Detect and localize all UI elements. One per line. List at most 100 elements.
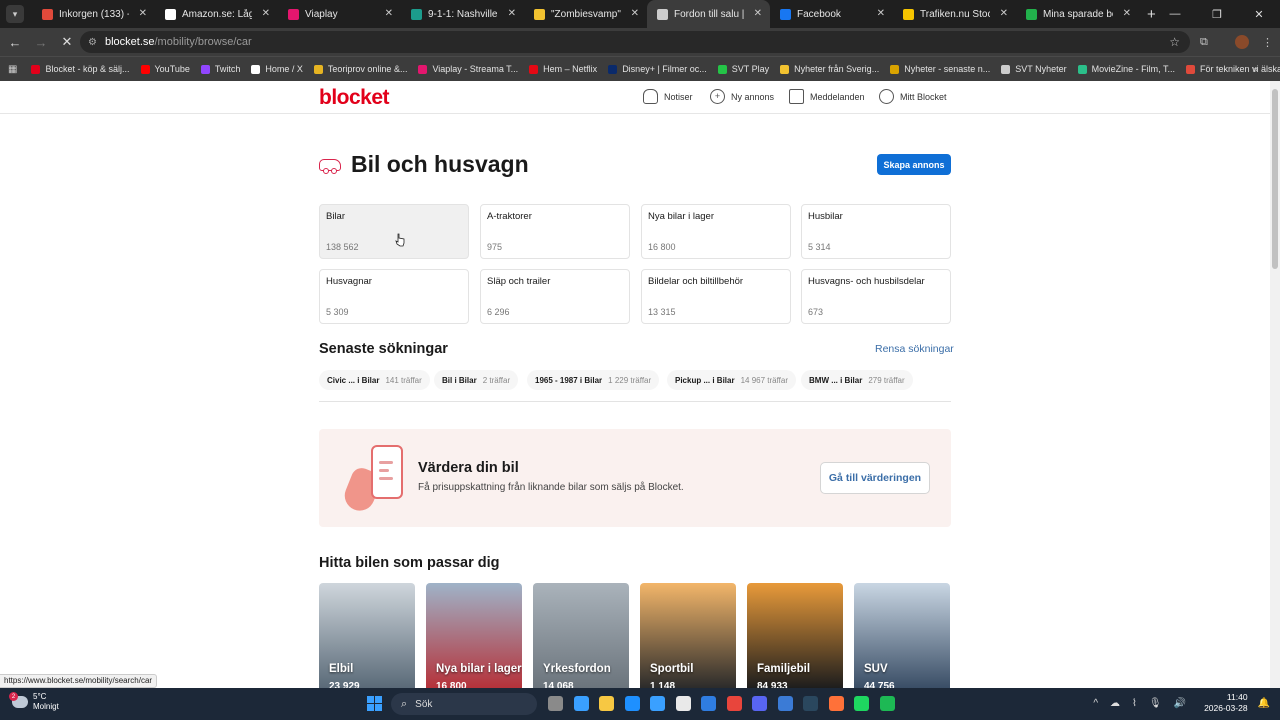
tab-close-icon[interactable]: ✕ (1123, 8, 1131, 19)
tab-close-icon[interactable]: ✕ (508, 8, 516, 19)
bookmark-star-icon[interactable]: ☆ (1169, 35, 1180, 49)
car-type-card[interactable]: Sportbil 1 148 (640, 583, 736, 688)
valuation-button[interactable]: Gå till värderingen (820, 462, 930, 494)
category-card[interactable]: Bilar 138 562 (319, 204, 469, 259)
car-type-card[interactable]: SUV 44 756 (854, 583, 950, 688)
car-type-card[interactable]: Nya bilar i lager 16 800 (426, 583, 522, 688)
browser-tab[interactable]: Trafiken.nu Stockholm ✕ (893, 0, 1016, 28)
xbox-icon[interactable] (854, 696, 869, 711)
browser-tab[interactable]: 9-1-1: Nashville | Dis ✕ (401, 0, 524, 28)
blocket-logo[interactable]: blocket (319, 86, 390, 110)
category-card[interactable]: Husvagnar 5 309 (319, 269, 469, 324)
app-icon[interactable] (675, 696, 691, 711)
notification-bell-icon[interactable]: 🔔 (1258, 698, 1270, 709)
forward-button[interactable]: → (30, 35, 52, 50)
start-button[interactable] (367, 696, 382, 711)
recent-search-chip[interactable]: 1965 - 1987 i Bilar 1 229 träffar (527, 370, 660, 390)
tray-chevron-icon[interactable]: ^ (1093, 698, 1098, 709)
weather-widget[interactable]: 2 5°C Molnigt (9, 692, 59, 712)
tab-close-icon[interactable]: ✕ (754, 8, 762, 19)
site-info-icon[interactable]: ⚙ (88, 37, 97, 48)
tab-close-icon[interactable]: ✕ (139, 8, 147, 19)
browser-tab[interactable]: Viaplay ✕ (278, 0, 401, 28)
discord-icon[interactable] (752, 696, 767, 711)
bookmark-item[interactable]: Twitch (200, 64, 240, 74)
tab-close-icon[interactable]: ✕ (262, 8, 270, 19)
bookmark-item[interactable]: För tekniken vi älska... (1185, 64, 1280, 74)
nav-ny-annons[interactable]: + Ny annons (710, 89, 774, 104)
category-card[interactable]: Bildelar och biltillbehör 13 315 (641, 269, 791, 324)
clear-searches-link[interactable]: Rensa sökningar (875, 343, 954, 355)
bookmark-item[interactable]: SVT Nyheter (1001, 64, 1067, 74)
volume-icon[interactable]: 🔊 (1174, 698, 1186, 709)
browser-tab[interactable]: Fordon till salu | Köp ✕ (647, 0, 770, 28)
more-bookmarks-icon[interactable]: » (1252, 64, 1258, 75)
nav-notiser[interactable]: Notiser (643, 89, 693, 104)
browser-tab[interactable]: Amazon.se: Låga pris ✕ (155, 0, 278, 28)
microphone-icon[interactable]: 🎙 (1149, 698, 1162, 709)
bookmark-item[interactable]: Viaplay - Streama T... (418, 64, 518, 74)
bookmark-item[interactable]: YouTube (140, 64, 190, 74)
tab-close-icon[interactable]: ✕ (1000, 8, 1008, 19)
category-card[interactable]: A-traktorer 975 (480, 204, 630, 259)
scrollbar-thumb[interactable] (1272, 89, 1278, 269)
create-listing-button[interactable]: Skapa annons (877, 154, 951, 175)
tab-close-icon[interactable]: ✕ (631, 8, 639, 19)
bookmark-item[interactable]: Nyheter från Sverig... (780, 64, 879, 74)
nav-meddelanden[interactable]: Meddelanden (789, 89, 865, 104)
mail-icon[interactable] (701, 696, 716, 711)
car-type-card[interactable]: Elbil 23 929 (319, 583, 415, 688)
minimize-button[interactable]: — (1154, 8, 1196, 20)
bookmark-item[interactable]: Nyheter - senaste n... (890, 64, 990, 74)
steam-icon[interactable] (803, 696, 818, 711)
teams-icon[interactable] (777, 696, 793, 711)
browser-tab[interactable]: Mina sparade bostäd ✕ (1016, 0, 1139, 28)
page-scrollbar[interactable] (1270, 81, 1280, 688)
extensions-icon[interactable]: ⧉ (1200, 36, 1208, 49)
bookmark-item[interactable]: Blocket - köp & sälj... (31, 64, 130, 74)
bookmark-item[interactable]: SVT Play (717, 64, 769, 74)
spotify-icon[interactable] (879, 696, 895, 711)
car-type-card[interactable]: Familjebil 84 933 (747, 583, 843, 688)
tab-close-icon[interactable]: ✕ (385, 8, 393, 19)
recent-search-chip[interactable]: Pickup ... i Bilar 14 967 träffar (667, 370, 797, 390)
bookmark-item[interactable]: MovieZine - Film, T... (1077, 64, 1175, 74)
category-card[interactable]: Släp och trailer 6 296 (480, 269, 630, 324)
recent-search-chip[interactable]: BMW ... i Bilar 279 träffar (801, 370, 913, 390)
maximize-button[interactable]: ❐ (1196, 8, 1238, 21)
recent-search-chip[interactable]: Bil i Bilar 2 träffar (434, 370, 519, 390)
store-icon[interactable] (650, 696, 665, 711)
recent-search-chip[interactable]: Civic ... i Bilar 141 träffar (319, 370, 430, 390)
category-card[interactable]: Nya bilar i lager 16 800 (641, 204, 791, 259)
copilot-icon[interactable] (573, 696, 589, 711)
browser-tab[interactable]: Facebook ✕ (770, 0, 893, 28)
firefox-icon[interactable] (828, 696, 844, 711)
edge-icon[interactable] (624, 696, 640, 711)
apps-grid-icon[interactable]: ▦ (8, 64, 17, 75)
bookmark-item[interactable]: Teoriprov online &... (313, 64, 407, 74)
category-card[interactable]: Husbilar 5 314 (801, 204, 951, 259)
browser-tab[interactable]: "Zombiesvamp" hitta ✕ (524, 0, 647, 28)
address-bar[interactable]: ⚙ blocket.se/mobility/browse/car ☆ (80, 31, 1190, 53)
menu-icon[interactable]: ⋮ (1262, 36, 1273, 49)
stop-icon[interactable]: ✕ (56, 34, 78, 50)
car-type-card[interactable]: Yrkesfordon 14 068 (533, 583, 629, 688)
file-explorer-icon[interactable] (599, 696, 614, 711)
wifi-icon[interactable]: ⌇ (1132, 698, 1137, 709)
nav-mitt-blocket[interactable]: Mitt Blocket (879, 89, 947, 104)
tab-search-button[interactable]: ▾ (6, 5, 24, 23)
chrome-icon[interactable] (726, 696, 742, 711)
bookmark-item[interactable]: Hem – Netflix (529, 64, 597, 74)
bookmark-item[interactable]: Home / X (251, 64, 303, 74)
tab-close-icon[interactable]: ✕ (877, 8, 885, 19)
browser-tab[interactable]: Inkorgen (133) - sam ✕ (32, 0, 155, 28)
back-button[interactable]: ← (4, 35, 26, 50)
task-view-icon[interactable] (548, 696, 563, 711)
profile-avatar[interactable] (1235, 35, 1249, 49)
bookmark-item[interactable]: Disney+ | Filmer oc... (608, 64, 707, 74)
close-window-button[interactable]: ✕ (1238, 8, 1280, 21)
category-card[interactable]: Husvagns- och husbilsdelar 673 (801, 269, 951, 324)
taskbar-clock[interactable]: 11:40 2026-03-28 (1204, 692, 1247, 714)
taskbar-search[interactable]: ⌕ Sök (391, 693, 537, 715)
cloud-sync-icon[interactable]: ☁ (1110, 698, 1120, 709)
